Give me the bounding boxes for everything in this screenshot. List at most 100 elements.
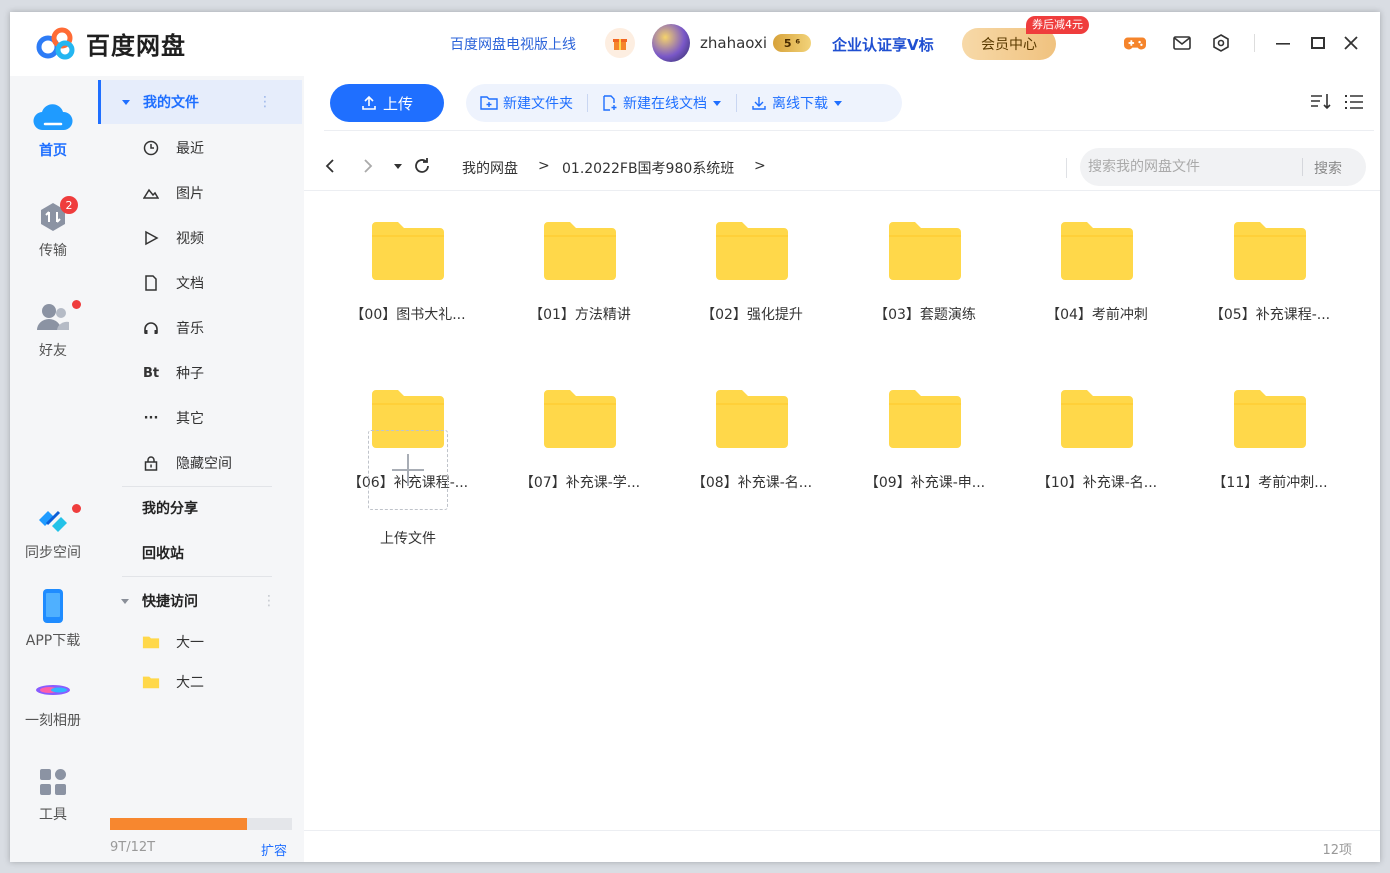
maximize-button[interactable] [1307, 32, 1329, 54]
app-window: 百度网盘 百度网盘电视版上线 zhahaoxi 5 ⁶ 企业认证享V标 会员中心… [10, 12, 1380, 862]
nav-item-hidden-space[interactable]: 隐藏空间 [96, 443, 304, 483]
transfer-count-badge: 2 [60, 196, 78, 214]
search-button[interactable]: 搜索 [1314, 158, 1342, 178]
new-online-doc-button[interactable]: 新建在线文档 [588, 93, 736, 113]
history-dropdown-button[interactable] [388, 156, 408, 176]
clock-icon [142, 139, 160, 157]
expand-storage-link[interactable]: 扩容 [261, 840, 287, 859]
offline-download-button[interactable]: 离线下载 [737, 93, 857, 113]
rail-item-tools[interactable]: 工具 [10, 766, 96, 824]
folder-icon [889, 390, 961, 448]
folder-item[interactable]: 【02】强化提升 [682, 218, 822, 348]
sort-button[interactable] [1310, 92, 1332, 114]
quick-item-label: 大二 [176, 675, 204, 691]
folder-item[interactable]: 【09】补充课-申... [855, 386, 995, 516]
app-logo[interactable]: 百度网盘 [34, 26, 186, 61]
more-vertical-icon[interactable]: ⋮ [258, 94, 272, 110]
forward-button[interactable] [358, 156, 378, 176]
folder-item[interactable]: 【05】补充课程-... [1200, 218, 1340, 348]
upload-button-label: 上传 [382, 94, 413, 113]
nav-item-documents[interactable]: 文档 [96, 263, 304, 303]
friends-icon [37, 304, 69, 330]
minimize-button[interactable] [1272, 32, 1294, 54]
folder-item[interactable]: 【03】套题演练 [855, 218, 995, 348]
upload-file-tile[interactable] [368, 430, 448, 510]
message-button[interactable] [1171, 32, 1193, 54]
folder-icon [889, 222, 961, 280]
username[interactable]: zhahaoxi [700, 34, 767, 52]
more-vertical-icon[interactable]: ⋮ [262, 593, 276, 609]
rail-item-sync[interactable]: 同步空间 [10, 504, 96, 562]
refresh-button[interactable] [412, 156, 432, 176]
upload-file-label: 上传文件 [380, 531, 436, 547]
nav-my-files[interactable]: 我的文件 ⋮ [98, 80, 302, 124]
tv-version-link[interactable]: 百度网盘电视版上线 [450, 34, 576, 54]
document-icon [142, 274, 160, 292]
toolbar-divider [324, 130, 1374, 131]
offline-download-label: 离线下载 [772, 96, 828, 112]
nav-item-images[interactable]: 图片 [96, 173, 304, 213]
user-avatar[interactable] [652, 24, 690, 62]
folder-name: 【07】补充课-学... [519, 475, 641, 491]
nav-item-recent[interactable]: 最近 [96, 128, 304, 168]
folder-item[interactable]: 【08】补充课-名... [682, 386, 822, 516]
headphones-icon [142, 319, 160, 337]
rail-item-home[interactable]: 首页 [10, 100, 96, 160]
quick-item[interactable]: 大一 [96, 622, 304, 662]
search-input[interactable] [1080, 148, 1300, 186]
quick-item[interactable]: 大二 [96, 662, 304, 702]
folder-icon [716, 390, 788, 448]
caret-down-icon [121, 599, 129, 604]
status-bar: 12项 [304, 830, 1380, 862]
list-view-button[interactable] [1344, 92, 1366, 114]
settings-button[interactable] [1210, 32, 1232, 54]
rail-item-transfer[interactable]: 2 传输 [10, 196, 96, 260]
folder-item[interactable]: 【07】补充课-学... [510, 386, 650, 516]
sync-notification-dot [72, 504, 81, 513]
nav-item-music[interactable]: 音乐 [96, 308, 304, 348]
new-folder-icon [480, 96, 498, 110]
folder-icon [1061, 390, 1133, 448]
new-doc-icon [603, 95, 617, 111]
nav-quick-access[interactable]: 快捷访问 ⋮ [96, 581, 304, 621]
close-button[interactable] [1340, 32, 1362, 54]
rail-item-friends[interactable]: 好友 [10, 300, 96, 360]
new-online-doc-label: 新建在线文档 [623, 96, 707, 112]
rail-item-album[interactable]: 一刻相册 [10, 676, 96, 730]
game-button[interactable] [1124, 32, 1146, 54]
new-folder-button[interactable]: 新建文件夹 [466, 93, 587, 113]
back-button[interactable] [320, 156, 340, 176]
folder-item[interactable]: 【11】考前冲刺... [1200, 386, 1340, 516]
nav-item-torrents[interactable]: Bt 种子 [96, 353, 304, 393]
nav-item-label: 文档 [176, 276, 204, 292]
folder-item[interactable]: 【10】补充课-名... [1027, 386, 1167, 516]
enterprise-verify-link[interactable]: 企业认证享V标 [832, 34, 934, 55]
folder-item[interactable]: 【01】方法精讲 [510, 218, 650, 348]
titlebar-separator [1254, 34, 1255, 52]
app-name: 百度网盘 [86, 32, 186, 60]
upload-button[interactable]: 上传 [330, 84, 444, 122]
folder-icon [1234, 390, 1306, 448]
side-nav: 我的文件 ⋮ 最近 图片 视频 文档 音乐 Bt 种子 ··· 其它 隐藏空间 … [96, 76, 304, 862]
toolbar-group: 新建文件夹 新建在线文档 离线下载 [466, 84, 902, 122]
breadcrumb-current[interactable]: 01.2022FB国考980系统班 [562, 158, 734, 178]
breadcrumb-trailing-separator[interactable]: > [754, 158, 766, 174]
folder-icon [142, 633, 160, 651]
folder-name: 【03】套题演练 [874, 307, 976, 323]
nav-recycle-label: 回收站 [142, 546, 184, 562]
nav-recycle-bin[interactable]: 回收站 [96, 533, 304, 573]
nav-item-others[interactable]: ··· 其它 [96, 398, 304, 438]
folder-name: 【09】补充课-申... [864, 475, 986, 491]
nav-my-share[interactable]: 我的分享 [96, 488, 304, 528]
gift-button[interactable] [605, 28, 635, 58]
caret-down-icon [122, 100, 130, 105]
upload-icon [362, 95, 376, 110]
folder-item[interactable]: 【00】图书大礼... [338, 218, 478, 348]
rail-item-app-download[interactable]: APP下载 [10, 588, 96, 650]
nav-item-videos[interactable]: 视频 [96, 218, 304, 258]
folder-item[interactable]: 【04】考前冲刺 [1027, 218, 1167, 348]
caret-down-icon [394, 164, 402, 169]
new-folder-label: 新建文件夹 [503, 96, 573, 112]
breadcrumb-root[interactable]: 我的网盘 [462, 158, 518, 178]
nav-item-label: 隐藏空间 [176, 456, 232, 472]
